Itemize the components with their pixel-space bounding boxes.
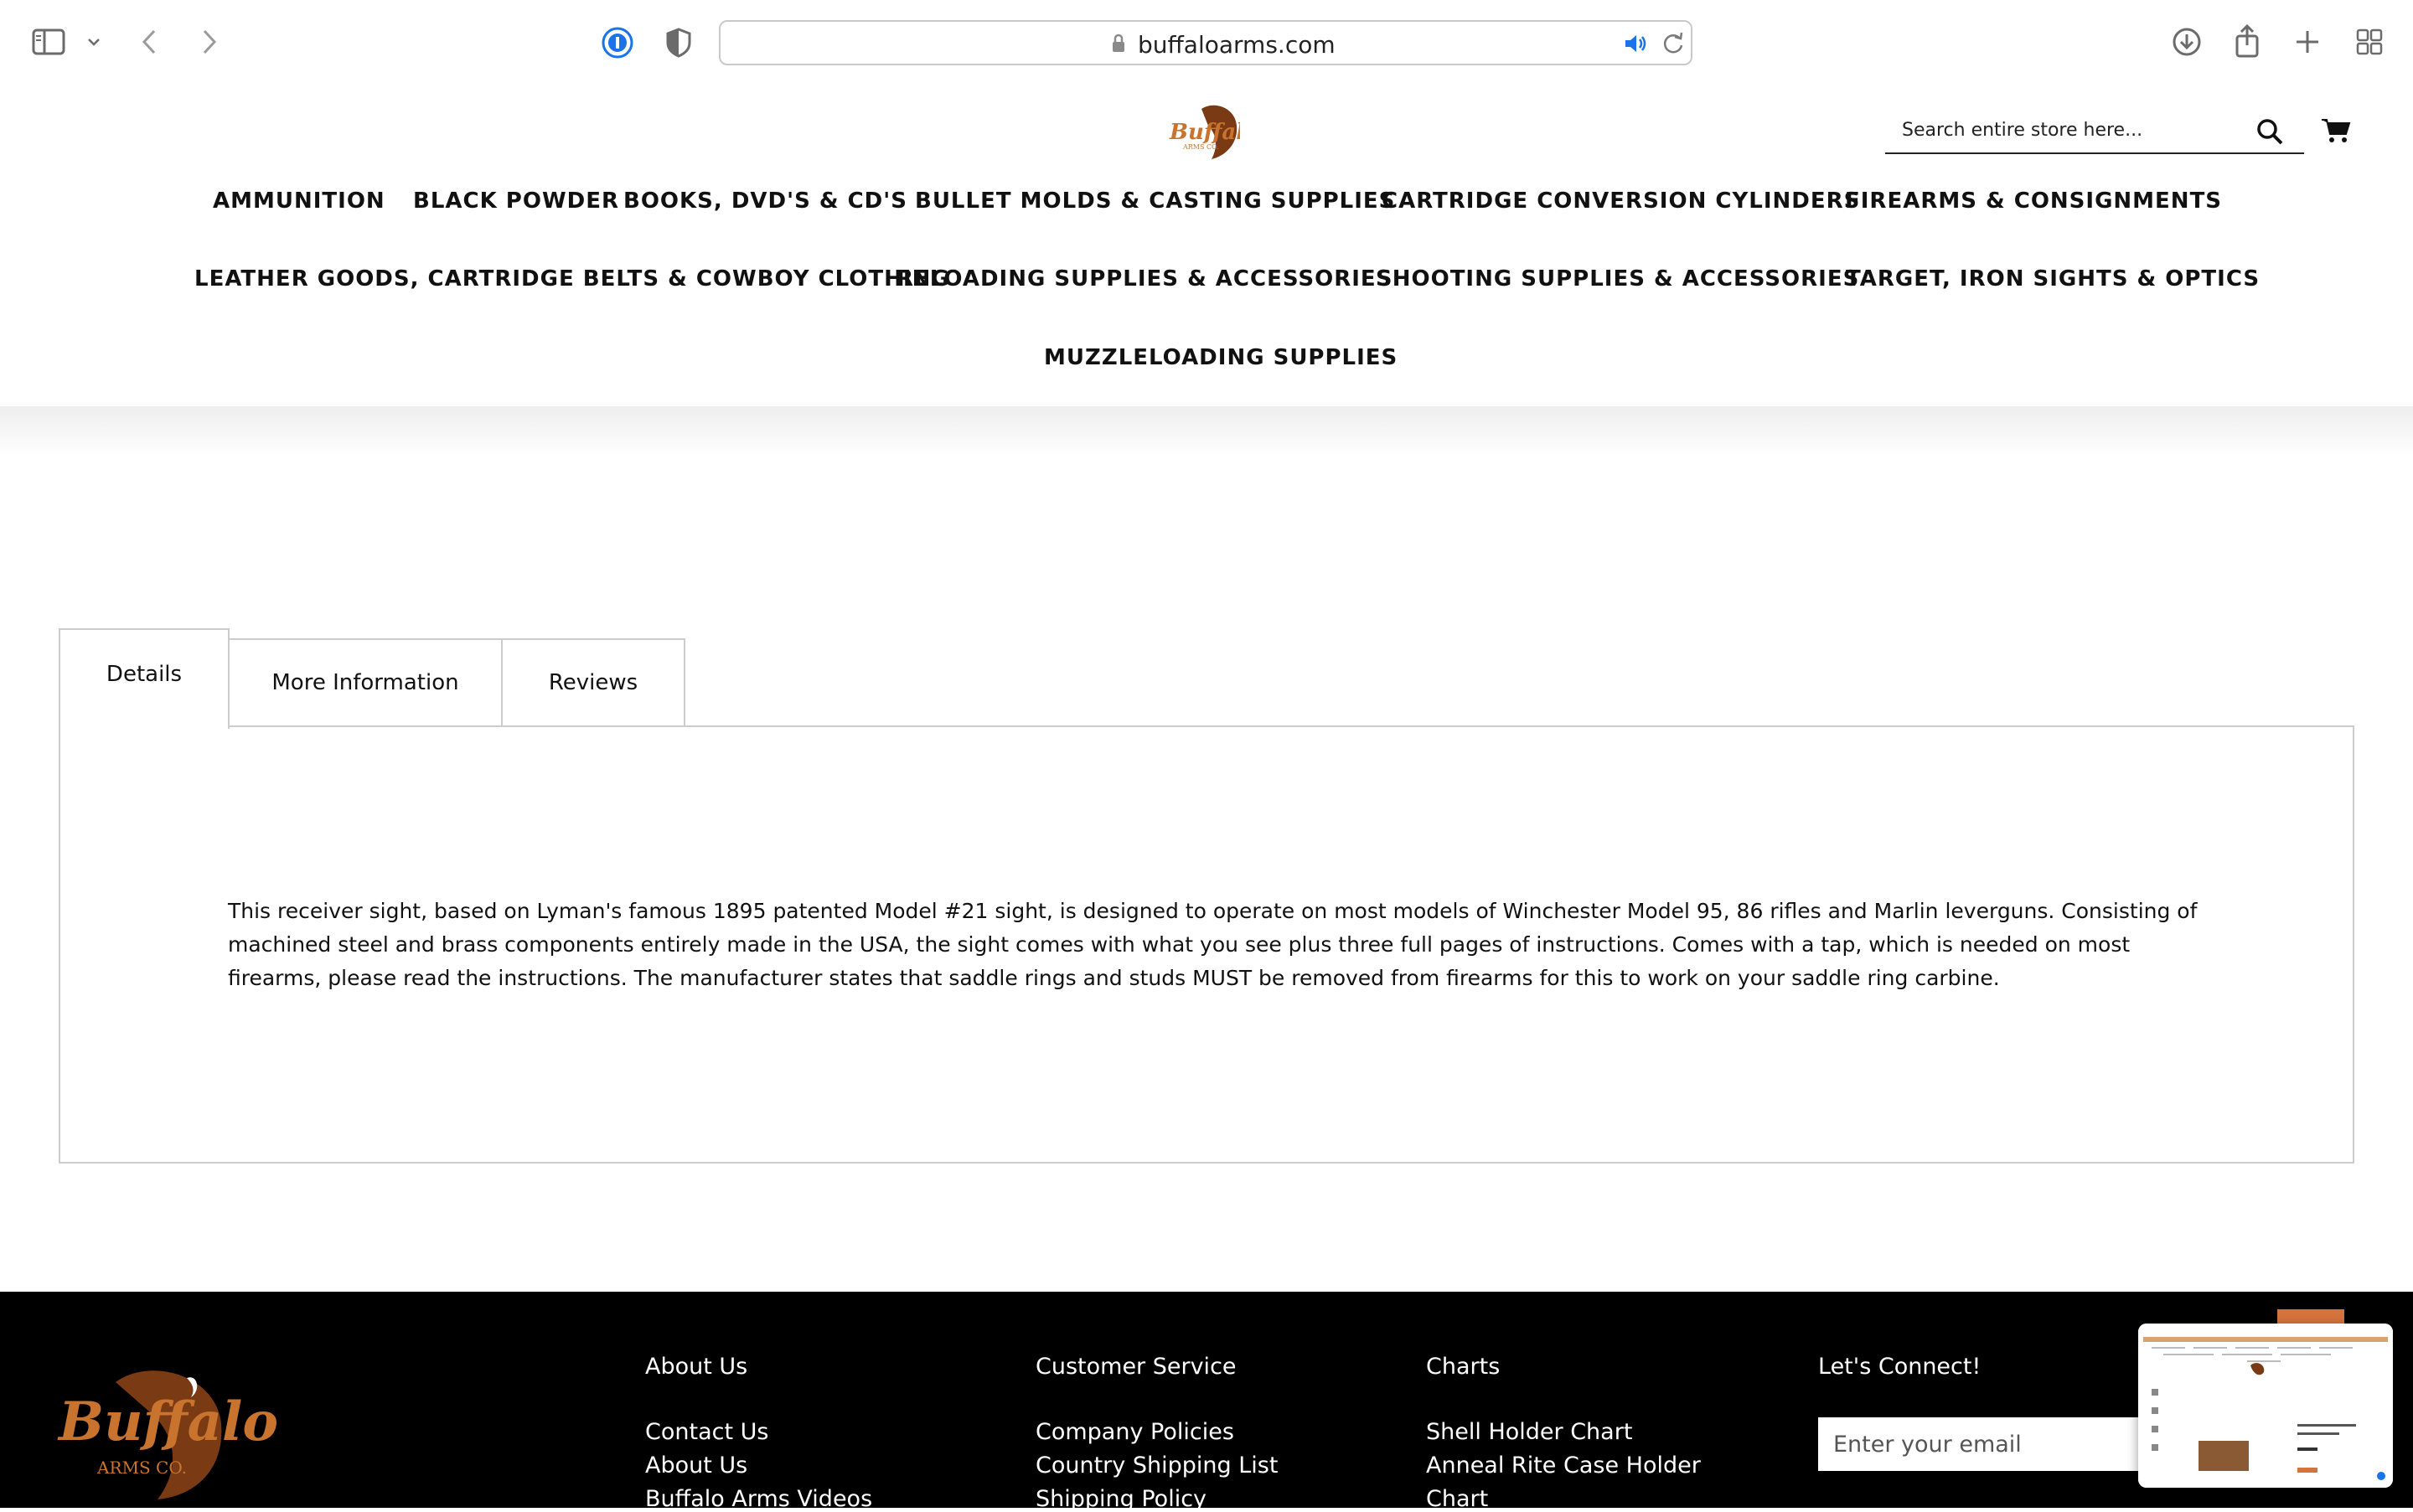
browser-toolbar: buffaloarms.com	[0, 0, 2413, 84]
url-text: buffaloarms.com	[1138, 31, 1336, 59]
tab-overview-icon[interactable]	[2353, 25, 2386, 59]
cart-icon[interactable]	[2321, 117, 2351, 147]
nav-black-powder[interactable]: BLACK POWDER	[413, 188, 619, 214]
footer-logo[interactable]: Buffalo ARMS CO.	[57, 1357, 278, 1499]
lock-icon	[1111, 34, 1126, 57]
footer-connect-title: Let's Connect!	[1818, 1354, 1982, 1380]
tab-more-information[interactable]: More Information	[228, 638, 503, 727]
footer-link-about-us[interactable]: About Us	[645, 1453, 747, 1478]
back-to-top-button[interactable]	[2277, 1309, 2344, 1324]
nav-bullet-molds[interactable]: BULLET MOLDS & CASTING SUPPLIES	[915, 188, 1395, 214]
back-icon[interactable]	[137, 25, 161, 59]
speaker-icon[interactable]	[1624, 34, 1647, 57]
share-icon[interactable]	[2230, 22, 2264, 60]
footer-about-title: About Us	[645, 1354, 748, 1380]
new-tab-icon[interactable]	[2292, 25, 2323, 59]
site-logo[interactable]: Buffalo ARMS CO.	[1168, 101, 1258, 161]
chevron-down-icon[interactable]	[84, 32, 104, 52]
sidebar-toggle-icon[interactable]	[30, 25, 67, 59]
footer-link-country-shipping[interactable]: Country Shipping List	[1036, 1453, 1278, 1478]
tab-more-information-label: More Information	[271, 670, 459, 695]
address-bar[interactable]: buffaloarms.com	[719, 20, 1692, 65]
footer-logo-subtext: ARMS CO.	[97, 1458, 187, 1478]
nav-shooting-supplies[interactable]: SHOOTING SUPPLIES & ACCESSORIES	[1376, 266, 1859, 292]
nav-cartridge-conversion[interactable]: CARTRIDGE CONVERSION CYLINDERS	[1382, 188, 1860, 214]
header-shadow	[0, 406, 2413, 457]
downloads-icon[interactable]	[2168, 23, 2205, 60]
nav-ammunition[interactable]: AMMUNITION	[213, 188, 385, 214]
nav-target-sights-optics[interactable]: TARGET, IRON SIGHTS & OPTICS	[1846, 266, 2260, 292]
page-thumbnail-preview[interactable]	[2138, 1324, 2393, 1488]
nav-muzzleloading[interactable]: MUZZLELOADING SUPPLIES	[1044, 345, 1398, 370]
forward-icon[interactable]	[198, 25, 221, 59]
newsletter-email-field[interactable]	[1818, 1417, 2170, 1471]
footer-link-chart[interactable]: Chart	[1426, 1486, 1488, 1512]
footer-link-shell-holder[interactable]: Shell Holder Chart	[1426, 1419, 1632, 1445]
product-description: This receiver sight, based on Lyman's fa…	[228, 899, 2198, 990]
footer-charts-title: Charts	[1426, 1354, 1501, 1380]
tab-details-label: Details	[106, 662, 183, 687]
nav-firearms-consignments[interactable]: FIREARMS & CONSIGNMENTS	[1845, 188, 2222, 214]
nav-reloading-supplies[interactable]: RELOADING SUPPLIES & ACCESSORIES	[896, 266, 1393, 292]
tab-reviews-label: Reviews	[548, 670, 638, 695]
svg-text:Buffalo: Buffalo	[1169, 120, 1240, 145]
search-input[interactable]	[1885, 109, 2245, 151]
search-box	[1885, 109, 2304, 154]
footer-link-shipping-policy[interactable]: Shipping Policy	[1036, 1486, 1206, 1512]
nav-books-dvds-cds[interactable]: BOOKS, DVD'S & CD'S	[623, 188, 907, 214]
footer-logo-text: Buffalo	[59, 1391, 279, 1453]
footer-link-videos[interactable]: Buffalo Arms Videos	[645, 1486, 872, 1512]
tab-details[interactable]: Details	[59, 628, 230, 729]
password-manager-icon[interactable]	[600, 25, 635, 60]
shield-icon[interactable]	[662, 25, 695, 60]
footer-link-anneal-rite[interactable]: Anneal Rite Case Holder	[1426, 1453, 1701, 1478]
tab-reviews[interactable]: Reviews	[501, 638, 685, 727]
reload-icon[interactable]	[1662, 32, 1684, 59]
svg-text:ARMS CO.: ARMS CO.	[1182, 143, 1219, 151]
footer-link-company-policies[interactable]: Company Policies	[1036, 1419, 1234, 1445]
search-icon[interactable]	[2255, 117, 2284, 149]
footer-service-title: Customer Service	[1036, 1354, 1237, 1380]
nav-leather-goods[interactable]: LEATHER GOODS, CARTRIDGE BELTS & COWBOY …	[194, 266, 950, 292]
footer-link-contact-us[interactable]: Contact Us	[645, 1419, 768, 1445]
